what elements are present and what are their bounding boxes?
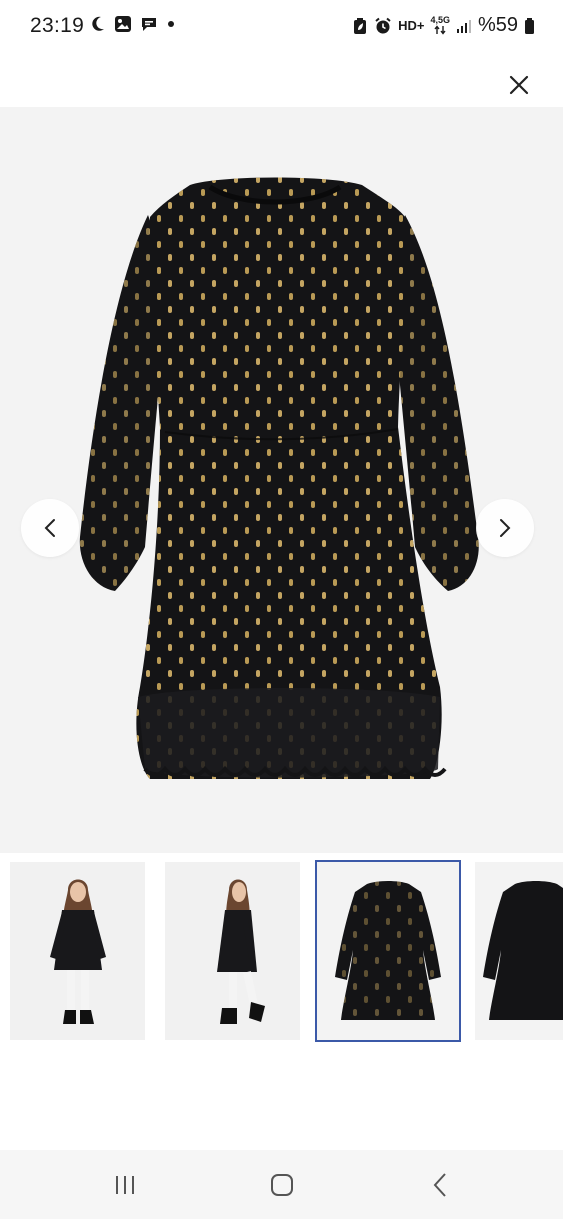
alarm-icon: [375, 17, 391, 33]
network-indicator: 4,5G: [430, 16, 450, 35]
chat-icon: [142, 18, 156, 31]
close-button[interactable]: [500, 66, 538, 104]
moon-icon: [92, 16, 104, 31]
status-left-icons: [90, 15, 176, 33]
thumbnail-3-selected[interactable]: [315, 860, 461, 1042]
battery-saver-icon: [354, 17, 367, 34]
girl-side-thumbnail: [165, 862, 300, 1040]
dress-image: [79, 177, 479, 779]
back-button[interactable]: [418, 1168, 462, 1202]
battery-percent: %59: [477, 14, 518, 36]
back-icon: [433, 1173, 446, 1197]
chevron-right-icon: [500, 519, 511, 537]
recents-icon: [116, 1176, 134, 1194]
network-type-label: 4,5G: [430, 15, 450, 25]
status-bar: 23:19 HD+ 4,5G %59: [0, 0, 563, 52]
close-icon: [509, 75, 529, 95]
home-button[interactable]: [260, 1168, 304, 1202]
next-image-button[interactable]: [476, 499, 534, 557]
previous-image-button[interactable]: [21, 499, 79, 557]
signal-icon: [456, 19, 471, 33]
dress-flat-thumbnail: [317, 862, 459, 1040]
thumbnail-4[interactable]: [475, 862, 563, 1040]
status-time: 23:19: [30, 14, 85, 37]
gallery-icon: [115, 16, 131, 32]
home-icon: [271, 1174, 293, 1196]
product-image-viewer[interactable]: [0, 107, 563, 853]
battery-icon: [525, 17, 534, 34]
thumbnail-strip[interactable]: [0, 859, 563, 1045]
girl-front-thumbnail: [10, 862, 145, 1040]
thumbnail-1[interactable]: [10, 862, 145, 1040]
dress-flat-partial-thumbnail: [475, 862, 563, 1040]
chevron-left-icon: [44, 519, 55, 537]
thumbnail-2[interactable]: [165, 862, 300, 1040]
data-arrows-icon: [434, 25, 446, 35]
dress-ruffle: [138, 688, 440, 778]
system-navigation-bar: [0, 1150, 563, 1219]
recents-button[interactable]: [103, 1168, 147, 1202]
hd-label: HD+: [398, 18, 425, 33]
dot-icon: [168, 21, 174, 27]
status-right-icons: HD+ 4,5G %59: [352, 14, 535, 37]
